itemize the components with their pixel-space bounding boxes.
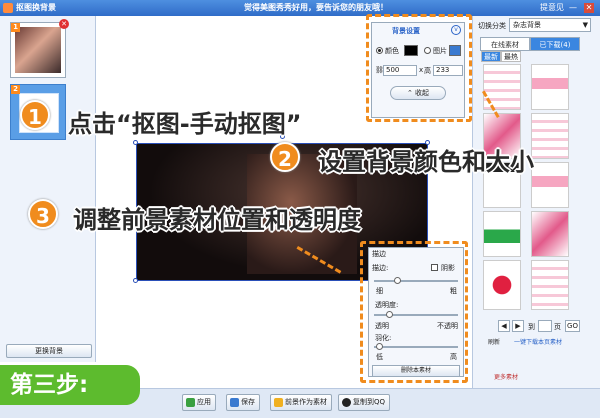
go-button[interactable]: GO xyxy=(565,320,580,332)
material-item[interactable] xyxy=(483,260,521,310)
subtab-newest[interactable]: 最新 xyxy=(481,51,501,62)
apply-button[interactable]: 应用 xyxy=(182,394,216,411)
close-button[interactable]: ✕ xyxy=(584,3,594,13)
next-page-button[interactable]: ▶ xyxy=(512,320,524,332)
step-badge-2: 2 xyxy=(270,142,300,172)
step-badge-1: 1 xyxy=(20,100,50,130)
copy-to-qq-label: 复制到QQ xyxy=(353,398,386,406)
material-item[interactable] xyxy=(483,211,521,257)
save-label: 保存 xyxy=(241,398,255,406)
app-icon xyxy=(3,3,13,13)
instruction-3: 调整前景素材位置和透明度 xyxy=(73,206,361,234)
change-background-button[interactable]: 更换背景 xyxy=(6,344,92,358)
layer-thumbnail-panel: 1 ✕ 2 更换背景 xyxy=(0,16,96,362)
qq-icon xyxy=(342,398,351,407)
category-value: 杂志背景 xyxy=(513,21,541,29)
resize-handle[interactable] xyxy=(133,278,138,283)
instruction-2: 设置背景颜色和大小 xyxy=(318,148,534,176)
thumbnail-number: 2 xyxy=(11,85,20,94)
thumbnail-foreground[interactable]: 1 ✕ xyxy=(10,19,69,78)
apply-label: 应用 xyxy=(197,398,211,406)
check-icon xyxy=(186,398,195,407)
category-select[interactable]: 杂志背景 ▼ xyxy=(509,18,591,32)
download-all-link[interactable]: 一键下载本页素材 xyxy=(514,337,562,346)
save-button[interactable]: 保存 xyxy=(226,394,260,411)
resize-handle[interactable] xyxy=(133,140,138,145)
thumbnail-image xyxy=(15,27,61,73)
highlight-outline xyxy=(360,241,468,383)
material-item[interactable] xyxy=(531,113,569,159)
minimize-button[interactable]: — xyxy=(568,3,578,13)
tab-online-materials[interactable]: 在线素材 xyxy=(480,37,530,51)
window-title: 抠图换背景 xyxy=(16,3,56,12)
page-label: 页 xyxy=(554,323,561,331)
thumbnail-number: 1 xyxy=(11,23,20,32)
category-label: 切换分类 xyxy=(478,22,506,30)
slogan-text: 觉得美图秀秀好用，要告诉您的朋友哦！ xyxy=(244,3,388,12)
more-materials-link[interactable]: 更多素材 xyxy=(494,372,518,381)
set-as-material-button[interactable]: 前景作为素材 xyxy=(270,394,332,411)
goto-label: 到 xyxy=(528,323,535,331)
prev-page-button[interactable]: ◀ xyxy=(498,320,510,332)
copy-to-qq-button[interactable]: 复制到QQ xyxy=(338,394,391,411)
page-number-input[interactable] xyxy=(538,320,552,332)
highlight-outline xyxy=(366,14,472,122)
thumbnail-close-icon[interactable]: ✕ xyxy=(59,19,69,29)
star-icon xyxy=(274,398,283,407)
chevron-down-icon: ▼ xyxy=(582,21,588,29)
save-icon xyxy=(230,398,239,407)
tab-downloaded[interactable]: 已下载(4) xyxy=(530,37,580,51)
material-item[interactable] xyxy=(531,211,569,257)
feedback-link[interactable]: 提意见 xyxy=(540,2,564,13)
material-item[interactable] xyxy=(531,162,569,208)
step-badge-3: 3 xyxy=(28,199,58,229)
title-bar: 抠图换背景 觉得美图秀秀好用，要告诉您的朋友哦！ 提意见 — ✕ xyxy=(0,0,600,16)
step-label: 第三步: xyxy=(0,365,140,405)
material-item[interactable] xyxy=(531,64,569,110)
material-item[interactable] xyxy=(531,260,569,310)
set-as-material-label: 前景作为素材 xyxy=(285,398,327,406)
refresh-link[interactable]: 刷新 xyxy=(488,337,500,346)
instruction-1: 点击“抠图-手动抠图” xyxy=(68,110,302,138)
subtab-hottest[interactable]: 最热 xyxy=(501,51,521,62)
